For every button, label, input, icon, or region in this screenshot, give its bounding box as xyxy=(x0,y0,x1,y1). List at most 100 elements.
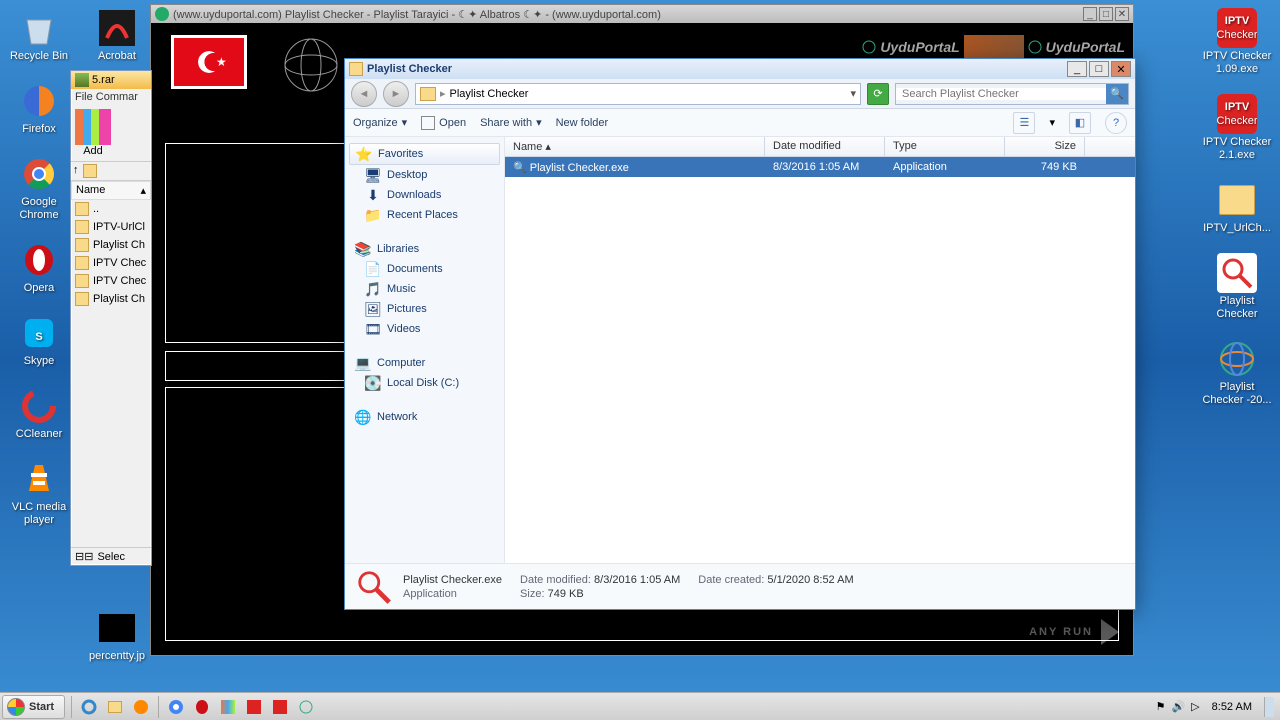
music-icon: 🎵 xyxy=(365,281,381,297)
folder-icon[interactable] xyxy=(83,164,97,178)
taskbar-iptv[interactable] xyxy=(243,696,265,718)
details-pane: Playlist Checker.exe Date modified: 8/3/… xyxy=(345,563,1135,609)
newfolder-button[interactable]: New folder xyxy=(556,117,609,129)
close-button[interactable]: ✕ xyxy=(1115,7,1129,21)
column-date[interactable]: Date modified xyxy=(765,137,885,156)
sidebar-desktop[interactable]: 🖥Desktop xyxy=(345,165,504,185)
desktop-icon-iptv109[interactable]: IPTVCheckerIPTV Checker 1.09.exe xyxy=(1200,8,1274,76)
rar-icon xyxy=(75,73,89,87)
chevron-down-icon[interactable]: ▾ xyxy=(850,87,856,100)
list-item[interactable]: IPTV Chec xyxy=(71,254,151,272)
back-button[interactable]: ◄ xyxy=(351,81,377,107)
sidebar-downloads[interactable]: ⬇Downloads xyxy=(345,185,504,205)
system-tray: ⚑ 🔊 ▷ 8:52 AM xyxy=(1150,697,1280,717)
maximize-button[interactable]: □ xyxy=(1089,61,1109,77)
desktop-icon-iptvurl[interactable]: IPTV_UrlCh... xyxy=(1200,180,1274,235)
sidebar-localdisk[interactable]: 💽Local Disk (C:) xyxy=(345,373,504,393)
tray-flag-icon[interactable]: ⚑ xyxy=(1156,700,1166,713)
winrar-window[interactable]: 5.rar File Commar Add ↑ Name▴ .. IPTV-Ur… xyxy=(70,70,152,566)
desktop-icon-vlc[interactable]: VLC media player xyxy=(2,459,76,527)
address-bar[interactable]: ▸ Playlist Checker ▾ xyxy=(415,83,861,105)
column-size[interactable]: Size xyxy=(1005,137,1085,156)
desktop-icon-acrobat[interactable]: Acrobat xyxy=(80,8,154,63)
list-item[interactable]: IPTV Chec xyxy=(71,272,151,290)
search-input[interactable] xyxy=(896,88,1106,100)
explorer-titlebar[interactable]: Playlist Checker _ □ ✕ xyxy=(345,59,1135,79)
winrar-menubar[interactable]: File Commar xyxy=(71,89,151,105)
refresh-button[interactable]: ⟳ xyxy=(867,83,889,105)
share-button[interactable]: Share with ▾ xyxy=(480,116,542,129)
maximize-button[interactable]: □ xyxy=(1099,7,1113,21)
explorer-sidebar: ⭐Favorites 🖥Desktop ⬇Downloads 📁Recent P… xyxy=(345,137,505,563)
minimize-button[interactable]: _ xyxy=(1083,7,1097,21)
up-icon[interactable]: ↑ xyxy=(73,164,79,178)
desktop-icon-percentty[interactable]: percentty.jp xyxy=(80,608,154,663)
taskbar-ie[interactable] xyxy=(78,696,100,718)
disk-icon: 💽 xyxy=(365,375,381,391)
sidebar-network[interactable]: 🌐Network xyxy=(345,407,504,427)
file-row-playlist-checker-exe[interactable]: 🔍 Playlist Checker.exe 8/3/2016 1:05 AM … xyxy=(505,157,1135,177)
desktop-icon-firefox[interactable]: Firefox xyxy=(2,81,76,136)
search-button[interactable]: 🔍 xyxy=(1106,84,1128,104)
sidebar-videos[interactable]: 🎞Videos xyxy=(345,319,504,339)
explorer-toolbar: Organize ▾ Open Share with ▾ New folder … xyxy=(345,109,1135,137)
sidebar-libraries[interactable]: 📚Libraries xyxy=(345,239,504,259)
desktop-icon-recyclebin[interactable]: Recycle Bin xyxy=(2,8,76,63)
taskbar-chrome[interactable] xyxy=(165,696,187,718)
sidebar-recent[interactable]: 📁Recent Places xyxy=(345,205,504,225)
column-type[interactable]: Type xyxy=(885,137,1005,156)
books-icon xyxy=(75,109,111,145)
organize-button[interactable]: Organize ▾ xyxy=(353,116,407,129)
add-button[interactable]: Add xyxy=(75,145,111,157)
desktop-icon-skype[interactable]: SSkype xyxy=(2,313,76,368)
winrar-titlebar[interactable]: 5.rar xyxy=(71,71,151,89)
taskbar-globe[interactable] xyxy=(295,696,317,718)
list-item[interactable]: Playlist Ch xyxy=(71,236,151,254)
open-button[interactable]: Open xyxy=(421,116,466,130)
sidebar-music[interactable]: 🎵Music xyxy=(345,279,504,299)
show-desktop-button[interactable] xyxy=(1264,697,1274,717)
tray-flag2-icon[interactable]: ▷ xyxy=(1191,700,1199,713)
taskbar-rar[interactable] xyxy=(217,696,239,718)
playlist-app-titlebar[interactable]: (www.uyduportal.com) Playlist Checker - … xyxy=(151,5,1133,23)
sidebar-documents[interactable]: 📄Documents xyxy=(345,259,504,279)
sidebar-pictures[interactable]: 🖼Pictures xyxy=(345,299,504,319)
column-name[interactable]: Name ▴ xyxy=(505,137,765,156)
forward-button[interactable]: ► xyxy=(383,81,409,107)
globe-grid-icon xyxy=(281,35,341,95)
taskbar-clock[interactable]: 8:52 AM xyxy=(1206,701,1258,713)
close-button[interactable]: ✕ xyxy=(1111,61,1131,77)
svg-text:IPTV: IPTV xyxy=(1225,15,1250,27)
desktop-icon-playlistchecker20[interactable]: Playlist Checker -20... xyxy=(1200,339,1274,407)
explorer-title: Playlist Checker xyxy=(367,63,452,75)
desktop-icon-chrome[interactable]: Google Chrome xyxy=(2,154,76,222)
help-button[interactable]: ? xyxy=(1105,112,1127,134)
desktop-icons-right: IPTVCheckerIPTV Checker 1.09.exe IPTVChe… xyxy=(1200,8,1274,425)
taskbar-opera[interactable] xyxy=(191,696,213,718)
search-box[interactable]: 🔍 xyxy=(895,83,1129,105)
winrar-name-header[interactable]: Name▴ xyxy=(71,181,151,200)
recent-icon: 📁 xyxy=(365,207,381,223)
desktop-icon-ccleaner[interactable]: CCleaner xyxy=(2,386,76,441)
start-button[interactable]: Start xyxy=(2,695,65,719)
magnify-icon: 🔍 xyxy=(513,162,527,174)
sidebar-computer[interactable]: 💻Computer xyxy=(345,353,504,373)
download-icon: ⬇ xyxy=(365,187,381,203)
minimize-button[interactable]: _ xyxy=(1067,61,1087,77)
taskbar-explorer[interactable] xyxy=(104,696,126,718)
desktop-icon-iptv21[interactable]: IPTVCheckerIPTV Checker 2.1.exe xyxy=(1200,94,1274,162)
list-item[interactable]: .. xyxy=(71,200,151,218)
desktop-icon-playlistchecker[interactable]: Playlist Checker xyxy=(1200,253,1274,321)
taskbar-media[interactable] xyxy=(130,696,152,718)
sidebar-favorites[interactable]: ⭐Favorites xyxy=(349,143,500,165)
view-button[interactable]: ☰ xyxy=(1013,112,1035,134)
list-item[interactable]: Playlist Ch xyxy=(71,290,151,308)
tray-volume-icon[interactable]: 🔊 xyxy=(1171,700,1185,713)
desktop-icon-opera[interactable]: Opera xyxy=(2,240,76,295)
desktop-icons-left2b: percentty.jp xyxy=(80,608,154,681)
chevron-down-icon[interactable]: ▾ xyxy=(1049,116,1055,129)
winrar-statusbar: ⊟⊟Selec xyxy=(71,547,151,565)
list-item[interactable]: IPTV-UrlCl xyxy=(71,218,151,236)
preview-pane-button[interactable]: ◧ xyxy=(1069,112,1091,134)
taskbar-iptv2[interactable] xyxy=(269,696,291,718)
